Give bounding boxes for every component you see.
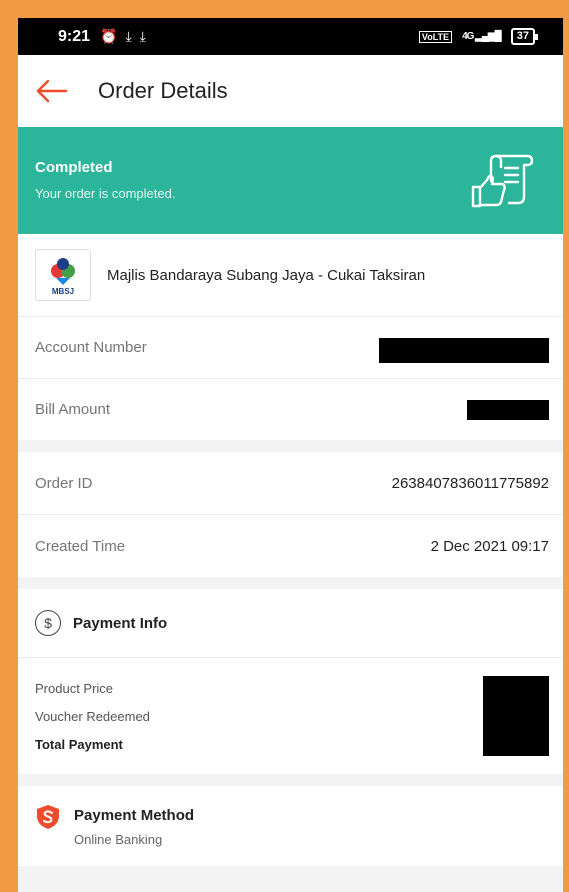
bill-amount-row: Bill Amount (18, 379, 563, 440)
order-id-row: Order ID 2638407836011775892 (18, 452, 563, 515)
merchant-logo: MBSJ (35, 249, 91, 301)
payment-method-title: Payment Method (74, 807, 195, 824)
payment-method-card: Payment Method Online Banking (18, 786, 563, 866)
volte-icon: VoLTE (418, 30, 453, 43)
bill-amount-redacted (467, 399, 549, 420)
payment-amounts-redacted (483, 676, 549, 756)
phone-screen: 9:21 ⏰ ⤓ ⤓ VoLTE 4G ▂▄▆█ 37 Order Detail… (18, 18, 563, 892)
download-icon: ⤓ (125, 28, 132, 44)
account-number-row: Account Number (18, 317, 563, 379)
order-info-card: Order ID 2638407836011775892 Created Tim… (18, 452, 563, 577)
product-price-label: Product Price (35, 681, 114, 696)
payment-breakdown: Product Price Voucher Redeemed Total Pay… (18, 658, 563, 774)
created-time-label: Created Time (35, 537, 126, 555)
payment-method-value: Online Banking (74, 832, 163, 847)
mbsj-logo-icon (51, 258, 75, 285)
receipt-thumbs-up-icon (471, 154, 534, 208)
payment-info-card: $ Payment Info Product Price Voucher Red… (18, 589, 563, 774)
signal-icon: 4G ▂▄▆█ (462, 31, 502, 42)
arrow-left-icon[interactable] (36, 79, 68, 103)
section-gap (18, 774, 563, 786)
page-title: Order Details (98, 78, 228, 103)
app-bar: Order Details (18, 55, 563, 127)
download-icon: ⤓ (139, 28, 146, 44)
merchant-card: MBSJ Majlis Bandaraya Subang Jaya - Cuka… (18, 234, 563, 440)
section-gap (18, 440, 563, 452)
created-time-value: 2 Dec 2021 09:17 (430, 537, 549, 555)
status-bar: 9:21 ⏰ ⤓ ⤓ VoLTE 4G ▂▄▆█ 37 (18, 18, 563, 55)
merchant-row: MBSJ Majlis Bandaraya Subang Jaya - Cuka… (18, 234, 563, 317)
created-time-row: Created Time 2 Dec 2021 09:17 (18, 515, 563, 577)
total-payment-label: Total Payment (35, 737, 123, 752)
order-id-label: Order ID (35, 474, 93, 492)
payment-info-title: Payment Info (73, 614, 168, 632)
alarm-icon: ⏰ (100, 28, 118, 44)
account-number-label: Account Number (35, 339, 147, 356)
section-gap (18, 577, 563, 589)
dollar-circle-icon: $ (35, 610, 61, 636)
payment-info-header: $ Payment Info (18, 589, 563, 658)
shield-s-icon (37, 805, 59, 829)
order-id-value: 2638407836011775892 (391, 474, 549, 492)
account-number-redacted (379, 338, 549, 363)
battery-icon: 37 (510, 28, 539, 45)
merchant-name: Majlis Bandaraya Subang Jaya - Cukai Tak… (107, 266, 426, 284)
order-status-banner: Completed Your order is completed. (18, 127, 563, 234)
merchant-logo-text: MBSJ (51, 287, 75, 296)
status-time: 9:21 (58, 27, 91, 45)
voucher-redeemed-label: Voucher Redeemed (35, 709, 150, 724)
bill-amount-label: Bill Amount (35, 401, 111, 418)
